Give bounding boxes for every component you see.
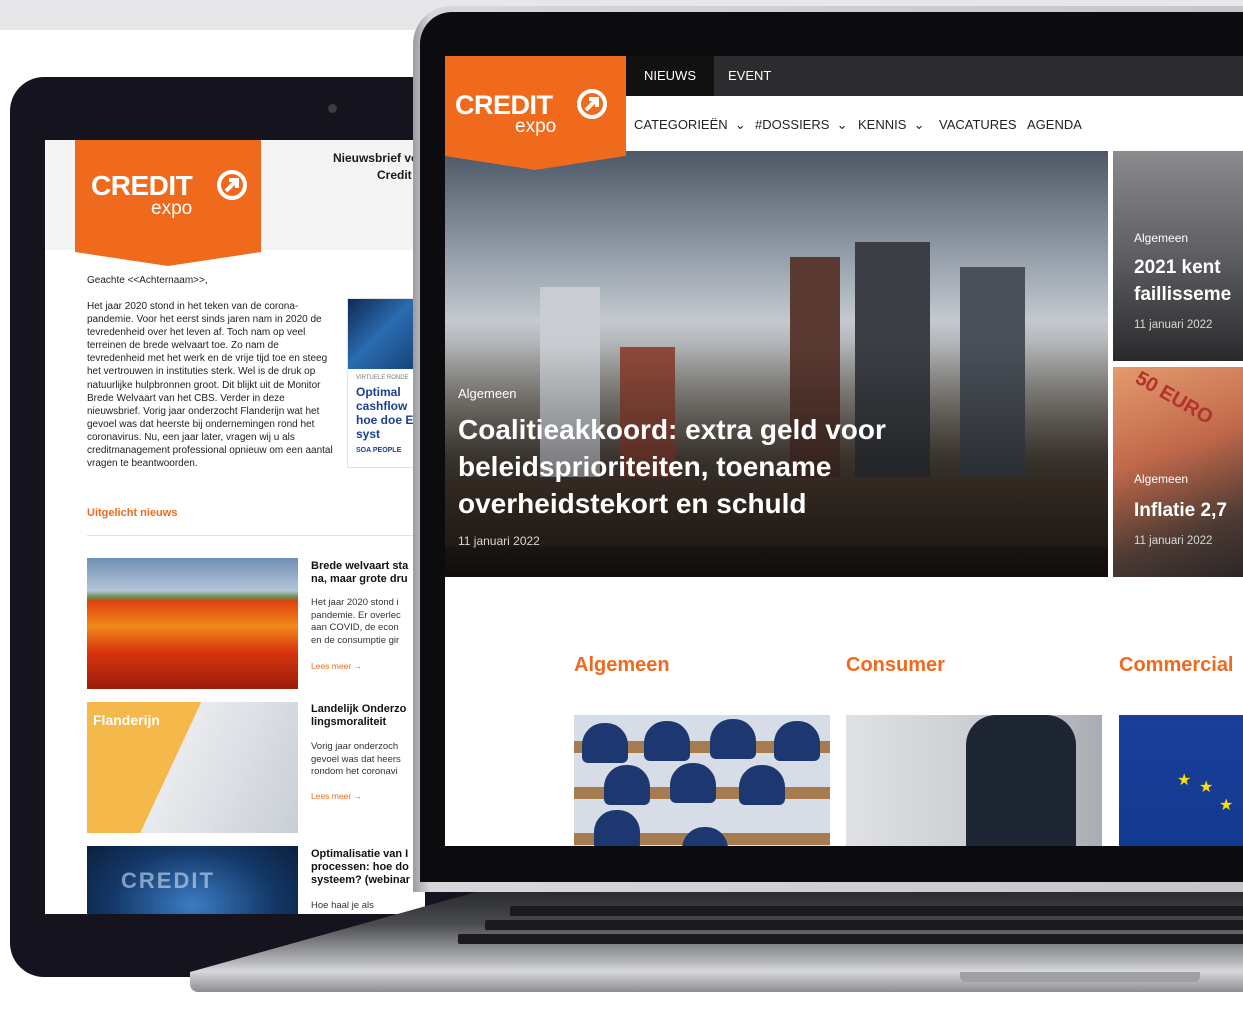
nav-dossiers[interactable]: #DOSSIERS ⌄ (755, 117, 848, 133)
section-heading-algemeen[interactable]: Algemeen (574, 654, 670, 677)
nav-vacatures[interactable]: VACATURES (939, 117, 1017, 132)
section-image-eu-flag[interactable]: ★ ★ ★ (1119, 715, 1243, 846)
nav-categorieen[interactable]: CATEGORIEËN ⌄ (634, 117, 746, 133)
text-line: en de consumptie gir (311, 634, 400, 646)
chair (604, 765, 650, 805)
hero-title[interactable]: Coalitieakkoord: extra geld voor beleids… (458, 411, 1018, 522)
side-article-1[interactable]: Algemeen 2021 kent faillisseme 11 januar… (1113, 151, 1243, 361)
site-logo[interactable]: CREDIT expo (445, 56, 626, 170)
logo-sub: expo (515, 116, 557, 137)
title-line: processen: hoe do (311, 861, 409, 873)
news-item-text: Vorig jaar onderzoch gevoel was dat heer… (311, 741, 425, 779)
ad-kicker: VIRTUELE RONDE (356, 375, 409, 381)
banknote-label: 50 EURO (1131, 367, 1217, 429)
chair (582, 723, 628, 763)
flanderijn-logo: Flanderijn (93, 712, 160, 728)
greeting: Geachte <<Achternaam>>, (87, 275, 208, 286)
newsletter-title-line1: Nieuwsbrief voc (332, 151, 425, 165)
chair (594, 810, 640, 846)
news-item-title[interactable]: Brede welvaart sta na, maar grote dru (311, 560, 425, 586)
tablet-camera (328, 104, 337, 113)
chevron-down-icon: ⌄ (833, 117, 848, 132)
side-title: Inflatie 2,7 (1134, 500, 1227, 521)
newsletter-logo[interactable]: CREDIT expo (75, 140, 261, 266)
tech-image-label: CREDIT (121, 868, 215, 893)
side-article-2[interactable]: 50 EURO Algemeen Inflatie 2,7 11 januari… (1113, 367, 1243, 577)
side-title-line: 2021 kent (1134, 257, 1221, 278)
chair (774, 721, 820, 761)
chair (682, 827, 728, 846)
chair (644, 721, 690, 761)
chevron-down-icon: ⌄ (910, 117, 925, 132)
title-line: lingsmoraliteit (311, 716, 387, 728)
side-title: 2021 kent faillisseme (1134, 254, 1243, 308)
keyboard-row (485, 920, 1243, 930)
text-line: Het jaar 2020 stond i (311, 597, 399, 608)
news-item-title[interactable]: Landelijk Onderzo lingsmoraliteit (311, 703, 425, 729)
person-suit (966, 715, 1076, 846)
news-item-title[interactable]: Optimalisatie van I processen: hoe do sy… (311, 848, 425, 887)
website-screen: NIEUWS EVENT CATEGORIEËN ⌄ #DOSSIERS ⌄ K… (445, 56, 1243, 846)
chair (670, 763, 716, 803)
nav-label: #DOSSIERS (755, 117, 830, 132)
side-title-line: faillisseme (1134, 284, 1232, 305)
side-date: 11 januari 2022 (1134, 535, 1213, 547)
title-line: na, maar grote dru (311, 573, 408, 585)
text-line: rondom het coronavi (311, 766, 398, 778)
text-line: aan COVID, de econ (311, 622, 399, 634)
news-item-image-flanderijn[interactable]: Flanderijn (87, 702, 298, 833)
chair (739, 765, 785, 805)
logo-arrow-icon (217, 170, 247, 200)
nav-agenda[interactable]: AGENDA (1027, 117, 1082, 132)
star-icon: ★ (1199, 779, 1214, 796)
section-heading-consumer[interactable]: Consumer (846, 654, 945, 677)
divider (87, 535, 425, 536)
chair (710, 719, 756, 759)
chevron-down-icon: ⌄ (731, 117, 746, 132)
newsletter-screen: CREDIT expo Nieuwsbrief voc Credit M Gea… (45, 140, 425, 914)
section-image-parliament[interactable] (574, 715, 830, 846)
nav-kennis[interactable]: KENNIS ⌄ (858, 117, 925, 133)
title-line: Brede welvaart sta (311, 560, 409, 572)
section-title: Uitgelicht nieuws (87, 507, 178, 519)
text-line: gevoel was dat heers (311, 753, 401, 765)
nav-label: KENNIS (858, 117, 907, 132)
laptop-base (190, 892, 1243, 1000)
read-more-link[interactable]: Lees meer → (311, 791, 362, 801)
text-line: Vorig jaar onderzoch (311, 741, 399, 752)
laptop-notch (960, 972, 1200, 982)
title-line: Landelijk Onderzo (311, 703, 407, 715)
section-heading-commercial[interactable]: Commercial (1119, 654, 1234, 677)
read-more-link[interactable]: Lees meer → (311, 661, 362, 671)
star-icon: ★ (1219, 797, 1234, 814)
ad-brand: SOA PEOPLE (356, 447, 402, 454)
news-item-text: Het jaar 2020 stond i pandemie. Er overl… (311, 597, 425, 647)
section-image-consumer[interactable] (846, 715, 1102, 846)
nav-label: CATEGORIEËN (634, 117, 728, 132)
hero-date: 11 januari 2022 (458, 534, 540, 548)
news-item-image-tulips[interactable] (87, 558, 298, 689)
tab-nieuws[interactable]: NIEUWS (626, 56, 714, 96)
keyboard-row (458, 934, 1243, 944)
tab-event[interactable]: EVENT (710, 56, 789, 96)
side-category: Algemeen (1134, 231, 1189, 245)
text-line: pandemie. Er overlec (311, 609, 401, 621)
star-icon: ★ (1177, 772, 1192, 789)
title-line: systeem? (webinar (311, 874, 411, 886)
side-category: Algemeen (1134, 472, 1189, 486)
logo-arrow-icon (577, 89, 607, 119)
keyboard-deck (190, 892, 1243, 972)
logo-sub: expo (151, 198, 193, 219)
keyboard-row (510, 906, 1243, 916)
newsletter-title-line2: Credit M (377, 168, 425, 182)
title-line: Optimalisatie van I (311, 848, 409, 860)
side-date: 11 januari 2022 (1134, 319, 1213, 331)
newsletter-title: Nieuwsbrief voc Credit M (285, 150, 425, 184)
hero-category[interactable]: Algemeen (458, 386, 517, 401)
intro-text: Het jaar 2020 stond in het teken van de … (87, 301, 333, 470)
hero-article[interactable]: Algemeen Coalitieakkoord: extra geld voo… (445, 151, 1108, 577)
